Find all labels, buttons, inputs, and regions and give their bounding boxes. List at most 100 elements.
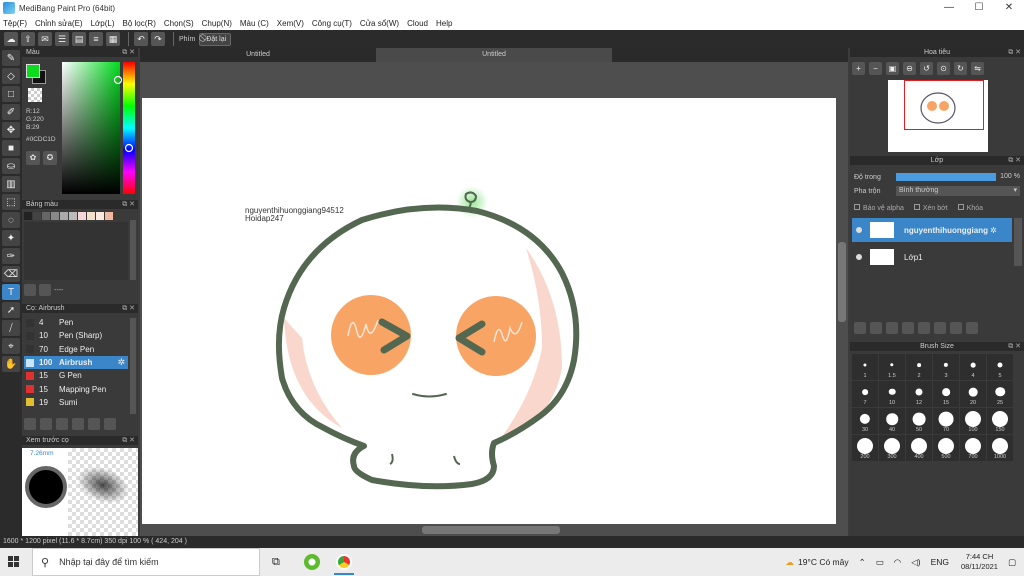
brush-row[interactable]: 15 Mapping Pen xyxy=(24,382,128,395)
palette-swatch[interactable] xyxy=(42,212,50,220)
brush-copy-icon[interactable] xyxy=(72,418,84,430)
canvas-horizontal-scrollbar[interactable] xyxy=(422,526,560,534)
brush-row[interactable]: 19 Sumi xyxy=(24,396,128,409)
hue-slider[interactable] xyxy=(123,62,135,194)
layer-menu-icon[interactable] xyxy=(902,322,914,334)
cloud-icon[interactable]: ☁ xyxy=(4,32,18,46)
brush-row[interactable]: 70 Edge Pen xyxy=(24,343,128,356)
chat-icon[interactable]: ☰ xyxy=(55,32,69,46)
rotate-left-icon[interactable]: ↺ xyxy=(920,62,933,75)
zoom-in-icon[interactable]: + xyxy=(852,62,865,75)
layer-folder-icon[interactable] xyxy=(918,322,930,334)
brush-size-cell[interactable]: 500 xyxy=(933,435,959,461)
weather-icon[interactable]: ☁ xyxy=(785,557,794,568)
brush-size-cell[interactable]: 50 xyxy=(906,408,932,434)
brush-size-cell[interactable]: 30 xyxy=(852,408,878,434)
brush-size-cell[interactable]: 1 xyxy=(852,354,878,380)
navigator-thumbnail[interactable] xyxy=(852,78,1022,152)
fill-rect-icon[interactable]: ■ xyxy=(2,140,20,156)
zoom-minus-icon[interactable]: ⊖ xyxy=(903,62,916,75)
notification-icon[interactable]: ▢ xyxy=(1008,557,1016,568)
upload-icon[interactable]: ⇪ xyxy=(21,32,35,46)
list-icon[interactable]: ≡ xyxy=(89,32,103,46)
saturation-value-picker[interactable] xyxy=(62,62,120,194)
move-tool-icon[interactable]: ✥ xyxy=(2,122,20,138)
panel-close-icon[interactable]: ⧉ ✕ xyxy=(122,304,135,313)
brush-size-cell[interactable]: 150 xyxy=(987,408,1013,434)
panel-close-icon[interactable]: ⧉ ✕ xyxy=(122,436,135,445)
brush-size-cell[interactable]: 400 xyxy=(906,435,932,461)
new-layer-icon[interactable] xyxy=(854,322,866,334)
color-wheel-icon[interactable]: ✿ xyxy=(26,151,40,165)
chrome-icon[interactable] xyxy=(336,554,352,570)
panel-close-icon[interactable]: ⧉ ✕ xyxy=(122,200,135,209)
brush-size-cell[interactable]: 200 xyxy=(852,435,878,461)
brush-size-cell[interactable]: 10 xyxy=(879,381,905,407)
menu-file[interactable]: Tệp(F) xyxy=(3,19,27,28)
tab-untitled-1[interactable]: Untitled xyxy=(140,48,376,62)
opacity-slider[interactable] xyxy=(896,173,996,181)
delete-layer-icon[interactable] xyxy=(966,322,978,334)
brush-size-cell[interactable]: 5 xyxy=(987,354,1013,380)
clock[interactable]: 7:44 CH 08/11/2021 xyxy=(961,552,998,572)
dot-tool-icon[interactable]: □ xyxy=(2,86,20,102)
panel-close-icon[interactable]: ⧉ ✕ xyxy=(1008,342,1021,351)
taskbar-search[interactable]: ⚲ Nhập tại đây để tìm kiếm xyxy=(32,548,260,576)
brush-size-cell[interactable]: 12 xyxy=(906,381,932,407)
transparent-color-swatch[interactable] xyxy=(28,88,42,102)
panel-close-icon[interactable]: ⧉ ✕ xyxy=(1008,48,1021,57)
task-view-icon[interactable]: ⧉ xyxy=(272,556,280,569)
layer-visibility-icon[interactable] xyxy=(856,227,862,233)
brush-tool-icon[interactable]: ✎ xyxy=(2,50,20,66)
menu-select[interactable]: Chọn(S) xyxy=(164,19,194,28)
panel-close-icon[interactable]: ⧉ ✕ xyxy=(1008,156,1021,165)
page-icon[interactable]: ▤ xyxy=(72,32,86,46)
menu-view[interactable]: Xem(V) xyxy=(277,19,304,28)
brush-row[interactable]: 100 Airbrush ✲ xyxy=(24,355,128,370)
operation-tool-icon[interactable]: ➚ xyxy=(2,302,20,318)
brush-size-cell[interactable]: 40 xyxy=(879,408,905,434)
menu-window[interactable]: Cửa sổ(W) xyxy=(360,19,399,28)
brush-row[interactable]: 10 Pen (Sharp) xyxy=(24,329,128,342)
rotate-right-icon[interactable]: ↻ xyxy=(954,62,967,75)
reset-button[interactable]: ⃠Đặt lại xyxy=(199,32,232,46)
palette-swatch[interactable] xyxy=(69,212,77,220)
app-icon-green[interactable] xyxy=(304,554,320,570)
new-palette-icon[interactable] xyxy=(24,284,36,296)
volume-icon[interactable]: ◁) xyxy=(911,557,920,568)
gear-icon[interactable]: ✲ xyxy=(990,226,997,235)
brush-size-cell[interactable]: 20 xyxy=(960,381,986,407)
menu-cloud[interactable]: Cloud xyxy=(407,19,428,28)
panel-close-icon[interactable]: ⧉ ✕ xyxy=(122,48,135,57)
new-halftone-layer-icon[interactable] xyxy=(870,322,882,334)
weather-text[interactable]: 19°C Có mây xyxy=(798,557,849,567)
hand-tool-icon[interactable]: ✋ xyxy=(2,356,20,372)
comment-icon[interactable]: ✉ xyxy=(38,32,52,46)
palette-swatch[interactable] xyxy=(87,212,95,220)
palette-swatch[interactable] xyxy=(78,212,86,220)
brush-cloud-icon[interactable] xyxy=(104,418,116,430)
color-picker-icon[interactable]: ✪ xyxy=(43,151,57,165)
brush-size-cell[interactable]: 25 xyxy=(987,381,1013,407)
palette-scrollbar[interactable] xyxy=(130,220,136,280)
flip-icon[interactable]: ⇋ xyxy=(971,62,984,75)
protect-alpha-checkbox[interactable]: Bảo vệ alpha xyxy=(854,204,904,212)
text-tool-icon[interactable]: T xyxy=(2,284,20,300)
palette-swatch[interactable] xyxy=(96,212,104,220)
menu-layer[interactable]: Lớp(L) xyxy=(91,19,115,28)
undo-icon[interactable]: ↶ xyxy=(134,32,148,46)
layer-row[interactable]: Lớp1 xyxy=(852,245,1012,269)
brush-scrollbar[interactable] xyxy=(130,318,136,414)
wifi-icon[interactable]: ◠ xyxy=(894,557,901,568)
network-icon[interactable]: ▭ xyxy=(876,557,884,568)
reset-view-icon[interactable]: ⊙ xyxy=(937,62,950,75)
tab-untitled-2[interactable]: Untitled xyxy=(376,48,612,62)
select-pen-icon[interactable]: ✐ xyxy=(2,104,20,120)
brush-row[interactable]: 4 Pen xyxy=(24,316,128,329)
new-brush-icon[interactable] xyxy=(40,418,52,430)
menu-snap[interactable]: Chụp(N) xyxy=(202,19,232,28)
minimize-button[interactable]: — xyxy=(934,0,964,16)
clipping-checkbox[interactable]: Xén bớt xyxy=(913,204,948,212)
add-brush-icon[interactable] xyxy=(24,418,36,430)
delete-palette-icon[interactable] xyxy=(39,284,51,296)
